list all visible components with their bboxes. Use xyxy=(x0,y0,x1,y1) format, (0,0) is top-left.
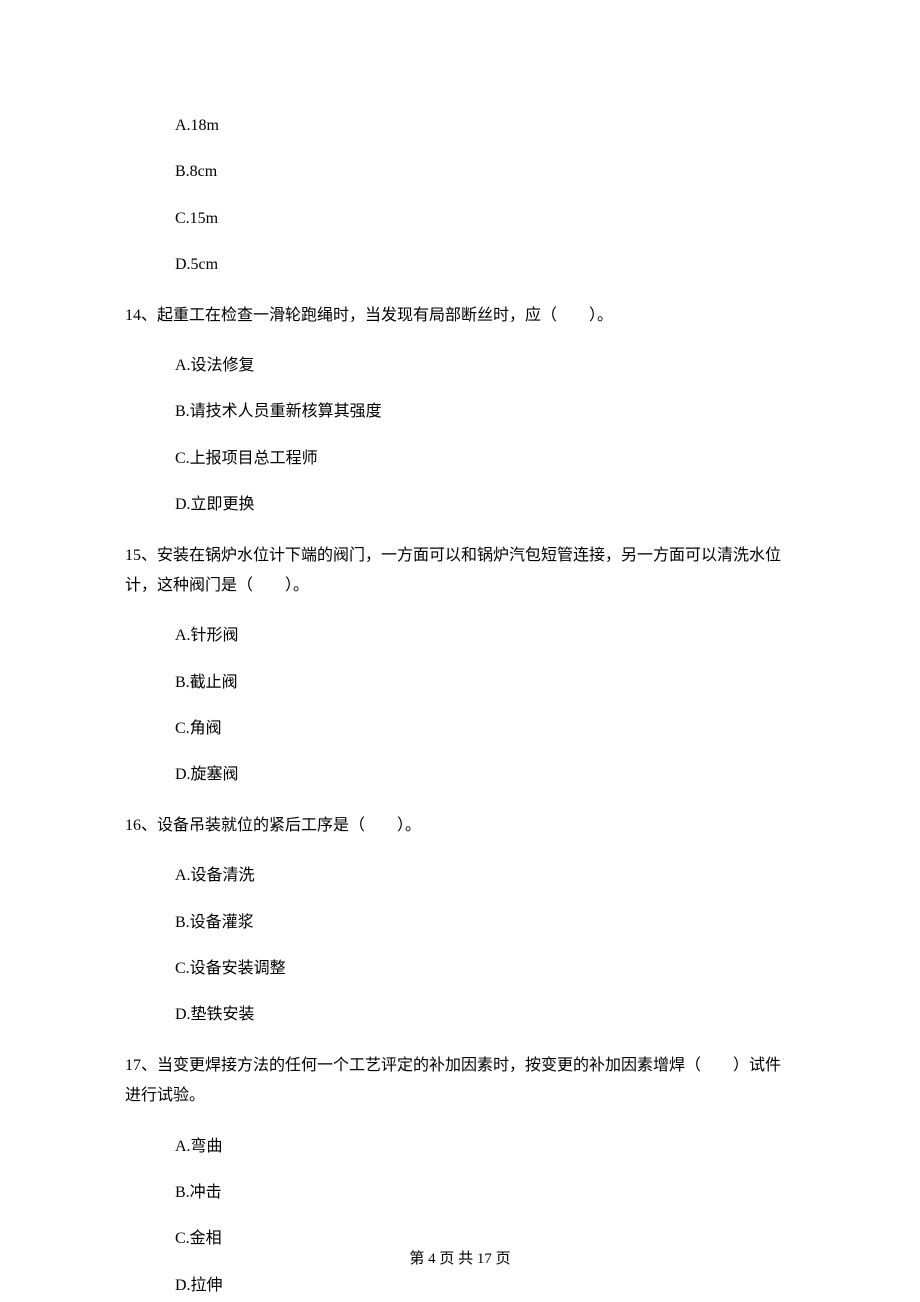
q16-option-a: A.设备清洗 xyxy=(175,865,795,887)
q17-option-a: A.弯曲 xyxy=(175,1136,795,1158)
q14-option-d: D.立即更换 xyxy=(175,494,795,516)
page-footer: 第 4 页 共 17 页 xyxy=(0,1247,920,1268)
q15-option-c: C.角阀 xyxy=(175,718,795,740)
q15-option-d: D.旋塞阀 xyxy=(175,764,795,786)
q13-option-a: A.18m xyxy=(175,115,795,137)
q16-option-b: B.设备灌浆 xyxy=(175,912,795,934)
q17-option-d: D.拉伸 xyxy=(175,1275,795,1297)
q16-options-block: A.设备清洗 B.设备灌浆 C.设备安装调整 D.垫铁安装 xyxy=(125,865,795,1027)
exam-page: A.18m B.8cm C.15m D.5cm 14、起重工在检查一滑轮跑绳时，… xyxy=(0,0,920,1297)
q17-option-b: B.冲击 xyxy=(175,1182,795,1204)
q16-stem: 16、设备吊装就位的紧后工序是（ ）。 xyxy=(125,811,795,841)
q14-option-c: C.上报项目总工程师 xyxy=(175,448,795,470)
q16-option-c: C.设备安装调整 xyxy=(175,958,795,980)
q14-option-b: B.请技术人员重新核算其强度 xyxy=(175,401,795,423)
q14-stem: 14、起重工在检查一滑轮跑绳时，当发现有局部断丝时，应（ ）。 xyxy=(125,301,795,331)
q15-stem: 15、安装在锅炉水位计下端的阀门，一方面可以和锅炉汽包短管连接，另一方面可以清洗… xyxy=(125,541,795,602)
q15-option-b: B.截止阀 xyxy=(175,672,795,694)
q13-option-b: B.8cm xyxy=(175,161,795,183)
q17-options-block: A.弯曲 B.冲击 C.金相 D.拉伸 xyxy=(125,1136,795,1298)
q16-option-d: D.垫铁安装 xyxy=(175,1004,795,1026)
q15-options-block: A.针形阀 B.截止阀 C.角阀 D.旋塞阀 xyxy=(125,625,795,787)
q15-option-a: A.针形阀 xyxy=(175,625,795,647)
q13-option-c: C.15m xyxy=(175,208,795,230)
q13-options-block: A.18m B.8cm C.15m D.5cm xyxy=(125,115,795,277)
q17-stem: 17、当变更焊接方法的任何一个工艺评定的补加因素时，按变更的补加因素增焊（ ）试… xyxy=(125,1051,795,1112)
q14-option-a: A.设法修复 xyxy=(175,355,795,377)
q14-options-block: A.设法修复 B.请技术人员重新核算其强度 C.上报项目总工程师 D.立即更换 xyxy=(125,355,795,517)
q13-option-d: D.5cm xyxy=(175,254,795,276)
